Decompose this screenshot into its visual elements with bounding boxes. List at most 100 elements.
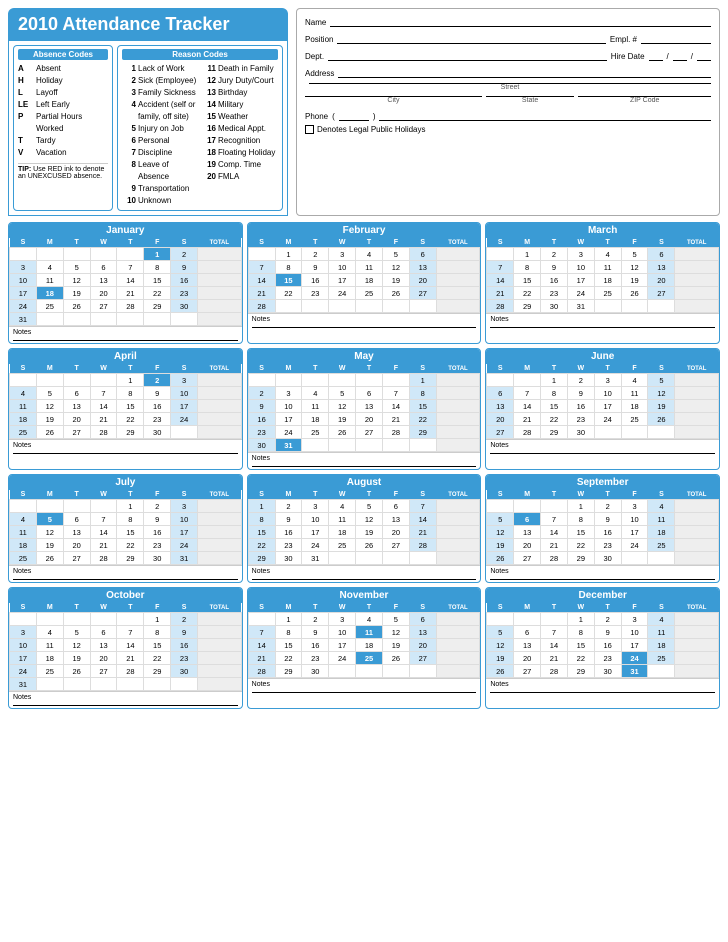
calendar-day-cell[interactable]: 3 [621, 500, 648, 513]
calendar-day-cell[interactable]: 31 [275, 439, 302, 452]
calendar-day-cell[interactable] [621, 300, 648, 313]
calendar-day-cell[interactable]: 26 [487, 665, 514, 678]
calendar-day-cell[interactable] [90, 613, 117, 626]
calendar-day-cell[interactable]: 31 [621, 665, 648, 678]
calendar-day-cell[interactable]: 24 [594, 413, 621, 426]
calendar-day-cell[interactable]: 15 [409, 400, 436, 413]
calendar-day-cell[interactable]: 21 [117, 287, 144, 300]
calendar-day-cell[interactable]: 22 [275, 652, 302, 665]
calendar-day-cell[interactable]: 8 [117, 387, 144, 400]
calendar-day-cell[interactable]: 4 [36, 261, 63, 274]
calendar-day-cell[interactable] [329, 374, 356, 387]
calendar-day-cell[interactable]: 25 [10, 552, 37, 565]
calendar-day-cell[interactable]: 25 [356, 652, 383, 665]
calendar-day-cell[interactable]: 3 [621, 613, 648, 626]
calendar-day-cell[interactable]: 28 [90, 552, 117, 565]
calendar-day-cell[interactable]: 9 [171, 261, 198, 274]
calendar-day-cell[interactable]: 10 [275, 400, 302, 413]
calendar-day-cell[interactable]: 16 [144, 400, 171, 413]
calendar-day-cell[interactable]: 12 [63, 639, 90, 652]
calendar-day-cell[interactable]: 8 [117, 513, 144, 526]
calendar-day-cell[interactable]: 1 [567, 613, 594, 626]
calendar-day-cell[interactable]: 24 [10, 300, 37, 313]
calendar-day-cell[interactable]: 15 [117, 526, 144, 539]
calendar-day-cell[interactable]: 7 [248, 626, 275, 639]
calendar-day-cell[interactable]: 8 [275, 626, 302, 639]
calendar-day-cell[interactable]: 23 [275, 539, 302, 552]
calendar-day-cell[interactable]: 25 [621, 413, 648, 426]
calendar-day-cell[interactable]: 19 [487, 652, 514, 665]
calendar-day-cell[interactable] [621, 426, 648, 439]
calendar-day-cell[interactable]: 17 [275, 413, 302, 426]
calendar-day-cell[interactable]: 11 [648, 626, 675, 639]
calendar-day-cell[interactable]: 26 [63, 300, 90, 313]
calendar-day-cell[interactable]: 4 [10, 513, 37, 526]
calendar-day-cell[interactable]: 13 [90, 274, 117, 287]
calendar-day-cell[interactable]: 6 [90, 626, 117, 639]
calendar-day-cell[interactable]: 2 [275, 500, 302, 513]
calendar-day-cell[interactable]: 22 [144, 652, 171, 665]
calendar-day-cell[interactable]: 23 [171, 287, 198, 300]
calendar-day-cell[interactable]: 5 [621, 248, 648, 261]
calendar-day-cell[interactable]: 20 [90, 287, 117, 300]
calendar-day-cell[interactable]: 16 [594, 526, 621, 539]
calendar-day-cell[interactable] [90, 313, 117, 326]
calendar-day-cell[interactable] [356, 300, 383, 313]
calendar-day-cell[interactable]: 12 [487, 526, 514, 539]
calendar-day-cell[interactable] [382, 665, 409, 678]
calendar-day-cell[interactable]: 19 [382, 274, 409, 287]
calendar-day-cell[interactable]: 20 [487, 413, 514, 426]
calendar-day-cell[interactable] [356, 374, 383, 387]
calendar-day-cell[interactable]: 12 [621, 261, 648, 274]
calendar-day-cell[interactable]: 10 [10, 274, 37, 287]
calendar-day-cell[interactable]: 1 [567, 500, 594, 513]
calendar-day-cell[interactable]: 8 [409, 387, 436, 400]
calendar-day-cell[interactable] [356, 439, 383, 452]
calendar-day-cell[interactable]: 28 [409, 539, 436, 552]
calendar-day-cell[interactable]: 22 [567, 539, 594, 552]
calendar-day-cell[interactable]: 9 [144, 387, 171, 400]
calendar-day-cell[interactable] [248, 374, 275, 387]
calendar-day-cell[interactable]: 19 [648, 400, 675, 413]
calendar-day-cell[interactable]: 14 [90, 526, 117, 539]
calendar-day-cell[interactable]: 2 [594, 500, 621, 513]
calendar-day-cell[interactable]: 24 [10, 665, 37, 678]
calendar-day-cell[interactable] [409, 439, 436, 452]
calendar-day-cell[interactable]: 27 [409, 652, 436, 665]
calendar-day-cell[interactable]: 23 [594, 539, 621, 552]
calendar-day-cell[interactable]: 2 [144, 500, 171, 513]
calendar-day-cell[interactable]: 29 [144, 665, 171, 678]
calendar-day-cell[interactable]: 4 [648, 500, 675, 513]
calendar-day-cell[interactable]: 11 [10, 400, 37, 413]
calendar-day-cell[interactable] [302, 374, 329, 387]
calendar-day-cell[interactable] [382, 552, 409, 565]
calendar-day-cell[interactable]: 27 [409, 287, 436, 300]
calendar-day-cell[interactable]: 22 [117, 539, 144, 552]
calendar-day-cell[interactable]: 21 [487, 287, 514, 300]
calendar-day-cell[interactable]: 26 [487, 552, 514, 565]
calendar-day-cell[interactable] [487, 374, 514, 387]
calendar-day-cell[interactable]: 2 [541, 248, 568, 261]
calendar-day-cell[interactable]: 2 [302, 613, 329, 626]
calendar-day-cell[interactable]: 21 [409, 526, 436, 539]
calendar-day-cell[interactable]: 11 [621, 387, 648, 400]
calendar-day-cell[interactable]: 7 [248, 261, 275, 274]
calendar-day-cell[interactable]: 8 [567, 626, 594, 639]
calendar-day-cell[interactable]: 2 [567, 374, 594, 387]
calendar-day-cell[interactable]: 30 [248, 439, 275, 452]
calendar-day-cell[interactable]: 21 [248, 287, 275, 300]
calendar-day-cell[interactable]: 19 [487, 539, 514, 552]
calendar-day-cell[interactable] [487, 500, 514, 513]
calendar-day-cell[interactable]: 15 [144, 274, 171, 287]
calendar-day-cell[interactable] [144, 678, 171, 691]
calendar-day-cell[interactable]: 12 [356, 513, 383, 526]
calendar-day-cell[interactable]: 14 [382, 400, 409, 413]
calendar-day-cell[interactable]: 6 [409, 248, 436, 261]
calendar-day-cell[interactable]: 14 [409, 513, 436, 526]
calendar-day-cell[interactable]: 2 [248, 387, 275, 400]
calendar-day-cell[interactable] [648, 552, 675, 565]
calendar-day-cell[interactable] [144, 313, 171, 326]
calendar-day-cell[interactable]: 6 [409, 613, 436, 626]
calendar-day-cell[interactable]: 8 [144, 261, 171, 274]
calendar-day-cell[interactable]: 22 [514, 287, 541, 300]
